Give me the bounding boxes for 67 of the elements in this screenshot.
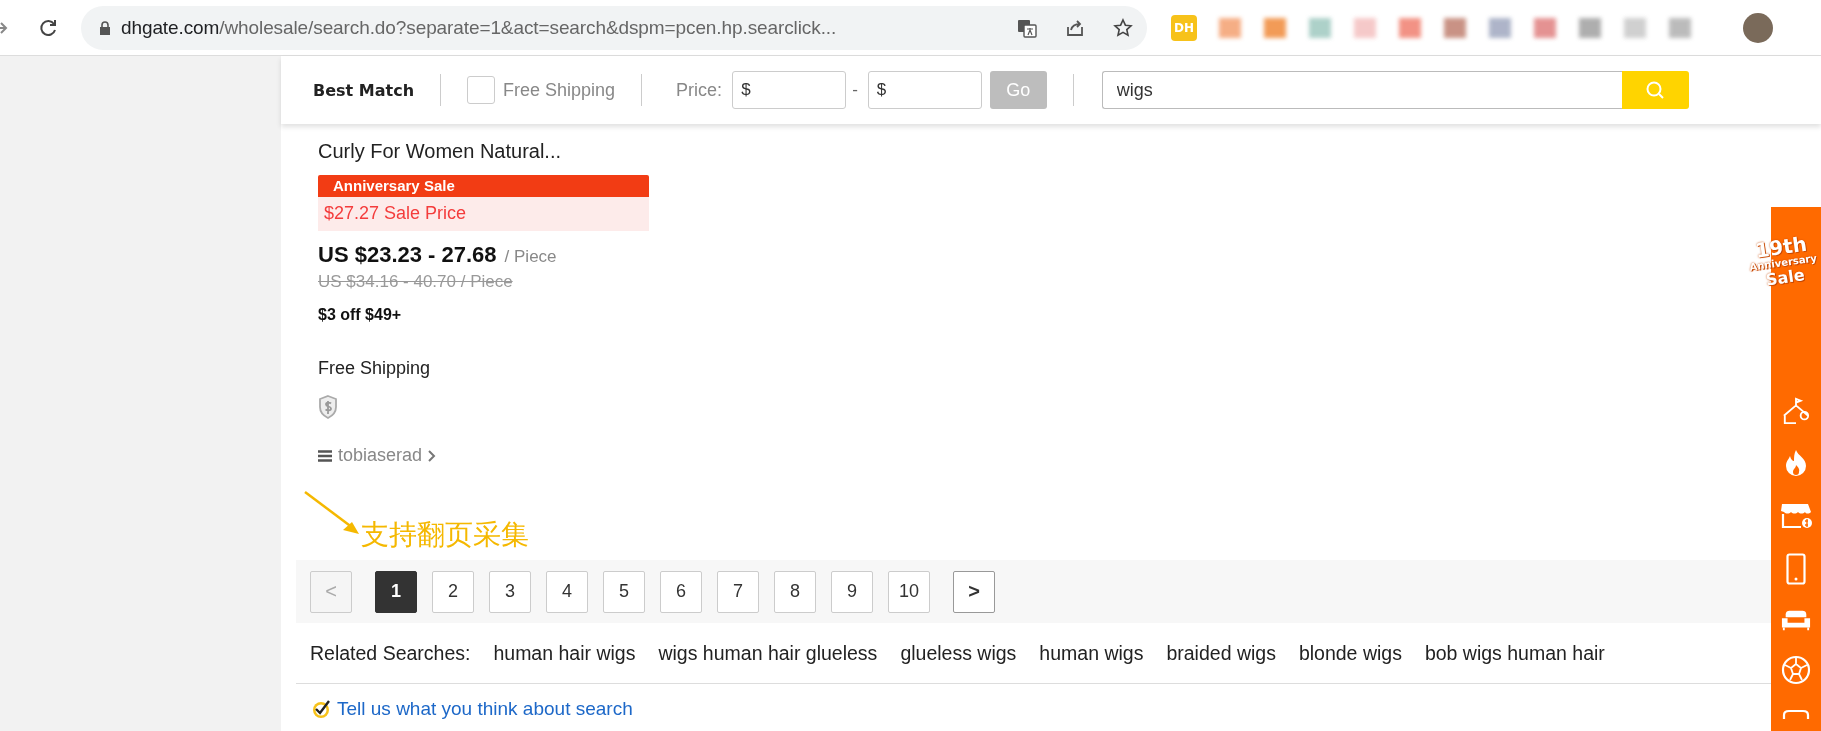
promo-tag: Anniversary Sale — [318, 175, 649, 197]
page-button[interactable]: 6 — [660, 570, 702, 613]
page-button[interactable]: 10 — [888, 570, 930, 613]
related-search-link[interactable]: blonde wigs — [1298, 641, 1402, 665]
shop-icon[interactable] — [1779, 501, 1813, 529]
url-text: dhgate.com/wholesale/search.do?separate=1&act=search&dspm=pcen.hp.searclick... — [121, 16, 838, 39]
shield-dollar-icon — [318, 395, 338, 419]
sofa-icon[interactable] — [1781, 609, 1811, 631]
annotation-text: 支持翻页采集 — [361, 518, 529, 552]
seller-link[interactable]: tobiaserad — [338, 445, 423, 466]
share-icon[interactable] — [1065, 17, 1085, 38]
page-button[interactable]: 4 — [546, 570, 588, 613]
bookmark-icon[interactable] — [1444, 17, 1466, 38]
page-button[interactable]: 3 — [489, 570, 531, 613]
related-search-link[interactable]: wigs human hair glueless — [658, 641, 878, 665]
checkbox-label[interactable]: Free Shipping — [503, 79, 616, 101]
soccer-ball-icon[interactable] — [1781, 655, 1811, 685]
tent-icon[interactable] — [1781, 397, 1811, 425]
search-icon — [1645, 80, 1666, 100]
related-search-link[interactable]: human hair wigs — [493, 641, 636, 665]
price-min-field[interactable]: $ — [732, 71, 847, 109]
price-separator: - — [852, 80, 858, 100]
price-unit: / Piece — [504, 247, 557, 267]
bag-icon[interactable] — [1781, 709, 1811, 719]
fire-icon[interactable] — [1784, 449, 1808, 477]
bookmark-icon[interactable] — [1669, 17, 1691, 38]
price-max-field[interactable]: $ — [867, 71, 982, 109]
arrow-icon — [303, 490, 361, 536]
check-icon — [311, 699, 331, 719]
chevron-right-icon[interactable] — [428, 449, 437, 462]
reload-icon[interactable] — [38, 17, 58, 38]
menu-icon — [318, 449, 332, 462]
price: US $23.23 - 27.68 — [318, 242, 497, 268]
related-search-link[interactable]: glueless wigs — [900, 641, 1017, 665]
next-page-button[interactable]: > — [953, 570, 995, 613]
checkbox[interactable] — [467, 76, 496, 104]
bookmark-icon[interactable] — [1579, 17, 1601, 38]
product-title[interactable]: Curly For Women Natural... — [318, 138, 562, 164]
sort-option[interactable]: Best Match — [313, 80, 415, 100]
bookmark-icon[interactable] — [1264, 17, 1286, 38]
related-search-link[interactable]: human wigs — [1039, 641, 1144, 665]
page-button[interactable]: 1 — [375, 570, 417, 613]
related-search-link[interactable]: braided wigs — [1166, 641, 1276, 665]
search-field[interactable]: wigs — [1101, 71, 1622, 109]
lock-icon — [99, 20, 111, 35]
page-button[interactable]: 9 — [831, 570, 873, 613]
page-button[interactable]: 2 — [432, 570, 474, 613]
page-button[interactable]: 7 — [717, 570, 759, 613]
page-button[interactable]: 8 — [774, 570, 816, 613]
related-search-link[interactable]: bob wigs human hair — [1424, 641, 1605, 665]
coupon-text: $3 off $49+ — [318, 306, 402, 324]
feedback-link[interactable]: Tell us what you think about search — [337, 698, 633, 720]
bookmark-icon[interactable] — [1489, 17, 1511, 38]
avatar-icon[interactable] — [1743, 12, 1773, 43]
price-label: Price: — [676, 79, 723, 101]
shipping-text: Free Shipping — [318, 358, 431, 379]
related-searches-label: Related Searches: — [310, 641, 471, 665]
original-price: US $34.16 - 40.70 / Piece — [318, 272, 513, 292]
address-bar[interactable]: dhgate.com/wholesale/search.do?separate=1&act=search&dspm=pcen.hp.searclick... — [81, 5, 1147, 50]
star-icon[interactable] — [1113, 17, 1133, 38]
page-button[interactable]: 5 — [603, 570, 645, 613]
bookmark-icon[interactable] — [1399, 17, 1421, 38]
sale-price: $27.27 Sale Price — [318, 197, 649, 231]
phone-icon[interactable] — [1786, 553, 1806, 585]
bookmark-icon[interactable] — [1219, 17, 1241, 38]
translate-icon[interactable] — [1017, 17, 1037, 38]
bookmark-icon[interactable] — [1534, 17, 1556, 38]
